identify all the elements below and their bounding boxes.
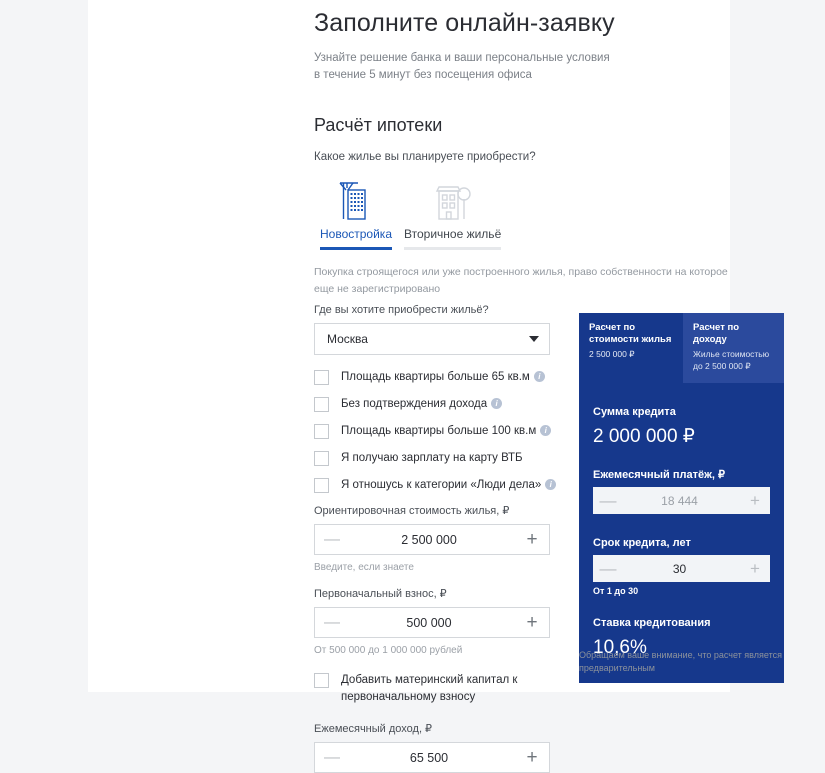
monthly-income-value[interactable]: 65 500 [349, 751, 515, 765]
calc-tab-by-income[interactable]: Расчет по доходу Жилье стоимостью до 2 5… [683, 313, 784, 383]
page-subtitle-line1: Узнайте решение банка и ваши персональны… [314, 52, 610, 64]
property-cost-stepper[interactable]: — 2 500 000 + [314, 524, 550, 555]
checkbox-area-65[interactable] [314, 370, 329, 385]
tab-secondary-housing-underline [404, 247, 502, 250]
region-select[interactable]: Москва [314, 323, 550, 355]
chevron-down-icon [529, 336, 539, 342]
checkbox-vtb-salary[interactable] [314, 451, 329, 466]
checkbox-people-of-action[interactable] [314, 478, 329, 493]
info-icon[interactable]: i [540, 425, 552, 436]
minus-icon[interactable]: — [315, 614, 349, 631]
checkbox-maternity-capital[interactable] [314, 673, 329, 688]
calculation-panel-body: Сумма кредита 2 000 000 ₽ Ежемесячный пл… [579, 383, 784, 683]
monthly-payment-value[interactable]: 18 444 [623, 494, 740, 508]
info-icon[interactable]: i [545, 479, 557, 490]
calculation-panel-tabs: Расчет по стоимости жилья 2 500 000 ₽ Ра… [579, 313, 784, 383]
tab-secondary-housing-label: Вторичное жильё [404, 227, 502, 241]
down-payment-stepper[interactable]: — 500 000 + [314, 607, 550, 638]
monthly-payment-label: Ежемесячный платёж, ₽ [593, 469, 726, 481]
checkbox-area-100[interactable] [314, 424, 329, 439]
calc-tab-title: Расчет по доходу [693, 322, 740, 345]
monthly-payment-stepper[interactable]: — 18 444 + [593, 487, 770, 514]
checkbox-no-income-proof[interactable] [314, 397, 329, 412]
form-content: Заполните онлайн-заявку Узнайте решение … [314, 0, 794, 773]
region-select-value: Москва [327, 332, 368, 346]
page-subtitle-line2: в течение 5 минут без посещения офиса [314, 69, 532, 81]
minus-icon[interactable]: — [593, 492, 623, 509]
loan-amount-label: Сумма кредита [593, 406, 676, 418]
down-payment-value[interactable]: 500 000 [349, 616, 515, 630]
plus-icon[interactable]: + [740, 560, 770, 577]
calc-tab-subtitle: 2 500 000 ₽ [589, 349, 635, 359]
plus-icon[interactable]: + [740, 492, 770, 509]
tab-secondary-housing[interactable]: Вторичное жильё [398, 177, 507, 250]
checkbox-label: Без подтверждения дохода [341, 398, 488, 410]
plus-icon[interactable]: + [515, 613, 549, 632]
checkbox-label: Добавить материнский капитал к первонача… [341, 674, 518, 703]
page-root: Заполните онлайн-заявку Узнайте решение … [0, 0, 825, 773]
building-tree-icon [404, 177, 501, 221]
checkbox-label: Площадь квартиры больше 65 кв.м [341, 371, 530, 383]
minus-icon[interactable]: — [593, 560, 623, 577]
info-icon[interactable]: i [533, 371, 545, 382]
building-crane-icon [320, 177, 392, 221]
calc-tab-title: Расчет по стоимости жилья [589, 322, 672, 345]
property-type-question: Какое жилье вы планируете приобрести? [314, 151, 536, 163]
plus-icon[interactable]: + [515, 748, 549, 767]
monthly-income-label: Ежемесячный доход, ₽ [314, 723, 433, 735]
loan-amount-value: 2 000 000 ₽ [593, 426, 695, 447]
property-type-description: Покупка строящегося или уже построенного… [314, 266, 728, 295]
loan-term-label: Срок кредита, лет [593, 537, 691, 549]
property-type-tabs: Новостройка Вторичное жильё [314, 177, 554, 250]
rate-label: Ставка кредитования [593, 617, 711, 629]
checkbox-label: Площадь квартиры больше 100 кв.м [341, 425, 537, 437]
checkbox-label: Я получаю зарплату на карту ВТБ [341, 452, 523, 464]
property-cost-value[interactable]: 2 500 000 [349, 533, 515, 547]
loan-term-value[interactable]: 30 [623, 562, 740, 576]
loan-term-hint: От 1 до 30 [593, 586, 639, 596]
minus-icon[interactable]: — [315, 749, 349, 766]
info-icon[interactable]: i [491, 398, 503, 409]
plus-icon[interactable]: + [515, 530, 549, 549]
tab-new-building-label: Новостройка [320, 227, 392, 241]
tab-new-building-underline [320, 247, 392, 250]
minus-icon[interactable]: — [315, 531, 349, 548]
calculation-disclaimer: Обращаем ваше внимание, что расчет являе… [579, 650, 782, 673]
page-canvas: Заполните онлайн-заявку Узнайте решение … [88, 0, 784, 773]
section-title: Расчёт ипотеки [314, 115, 443, 135]
loan-term-stepper[interactable]: — 30 + [593, 555, 770, 582]
calc-tab-subtitle: Жилье стоимостью до 2 500 000 ₽ [693, 349, 770, 371]
tab-new-building[interactable]: Новостройка [314, 177, 398, 250]
calc-tab-by-property-cost[interactable]: Расчет по стоимости жилья 2 500 000 ₽ [579, 313, 683, 383]
checkbox-row[interactable]: Добавить материнский капитал к первонача… [314, 672, 544, 706]
page-title: Заполните онлайн-заявку [314, 9, 615, 37]
monthly-income-stepper[interactable]: — 65 500 + [314, 742, 550, 773]
checkbox-label: Я отношусь к категории «Люди дела» [341, 479, 542, 491]
calculation-panel: Расчет по стоимости жилья 2 500 000 ₽ Ра… [579, 313, 784, 683]
page-subtitle: Узнайте решение банка и ваши персональны… [314, 50, 644, 84]
